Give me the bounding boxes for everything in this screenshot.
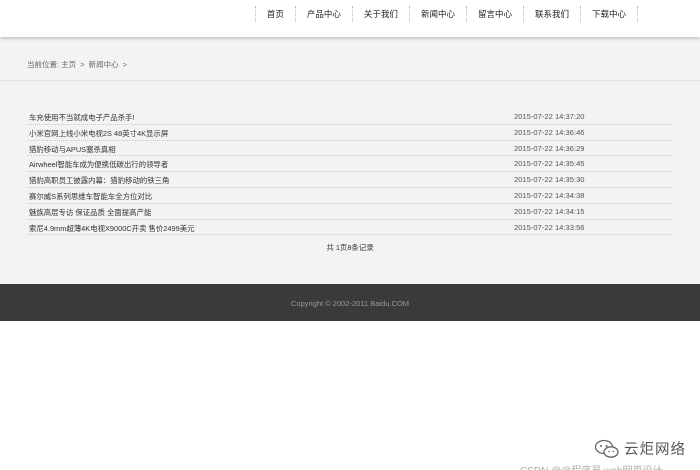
news-date: 2015-07-22 14:37:20	[514, 112, 585, 121]
watermark: 云炬网络	[594, 438, 686, 459]
news-title-link[interactable]: Airwheel智能车成为便携低碳出行的领导者	[29, 159, 168, 170]
nav-item-about[interactable]: 关于我们	[353, 6, 410, 22]
pagination-summary: 共 1页8条记录	[326, 243, 374, 252]
copyright-text: Copyright © 2002-2011 Baidu.COM	[291, 299, 409, 308]
list-item: 小米官网上线小米电视2S 48英寸4K显示屏 2015-07-22 14:36:…	[27, 125, 672, 141]
list-item: Airwheel智能车成为便携低碳出行的领导者 2015-07-22 14:35…	[27, 156, 672, 173]
news-title-link[interactable]: 车充使用不当就成电子产品杀手!	[29, 112, 135, 123]
nav-item-messages[interactable]: 留言中心	[467, 6, 524, 22]
list-item: 魅族高层专访 保证品质 全面提高产能 2015-07-22 14:34:15	[27, 204, 672, 220]
news-title-link[interactable]: 猎豹高职员工披露内幕：猎豹移动的铁三角	[29, 175, 169, 186]
site-header: 首页 产品中心 关于我们 新闻中心 留言中心 联系我们 下载中心	[0, 0, 700, 37]
nav-item-download[interactable]: 下载中心	[581, 6, 638, 22]
news-title-link[interactable]: 魅族高层专访 保证品质 全面提高产能	[29, 207, 151, 218]
breadcrumb-news-link[interactable]: 新闻中心	[89, 60, 119, 69]
news-list: 车充使用不当就成电子产品杀手! 2015-07-22 14:37:20 小米官网…	[27, 109, 672, 236]
news-date: 2015-07-22 14:36:29	[514, 143, 585, 153]
breadcrumb: 当前位置: 主页 > 新闻中心 >	[27, 59, 129, 70]
list-item: 索尼4.9mm超薄4K电视X9000C开卖 售价2499美元 2015-07-2…	[27, 220, 672, 236]
site-footer: Copyright © 2002-2011 Baidu.COM	[0, 284, 700, 321]
csdn-watermark: CSDN @@程序员 web网页设计	[520, 462, 663, 470]
main-nav: 首页 产品中心 关于我们 新闻中心 留言中心 联系我们 下载中心	[254, 0, 638, 28]
nav-item-news[interactable]: 新闻中心	[410, 6, 467, 22]
news-title-link[interactable]: 小米官网上线小米电视2S 48英寸4K显示屏	[29, 128, 168, 139]
list-item: 车充使用不当就成电子产品杀手! 2015-07-22 14:37:20	[27, 109, 672, 125]
breadcrumb-prefix: 当前位置:	[27, 60, 60, 69]
breadcrumb-separator: >	[80, 60, 85, 69]
news-date: 2015-07-22 14:34:38	[514, 190, 585, 200]
news-date: 2015-07-22 14:34:15	[514, 206, 585, 216]
news-title-link[interactable]: 赛尔威S系列思维车智能车全方位对比	[29, 191, 152, 202]
news-date: 2015-07-22 14:33:56	[514, 222, 585, 232]
main-content: 当前位置: 主页 > 新闻中心 > 车充使用不当就成电子产品杀手! 2015-07…	[0, 37, 700, 284]
list-item: 赛尔威S系列思维车智能车全方位对比 2015-07-22 14:34:38	[27, 188, 672, 204]
nav-item-home[interactable]: 首页	[254, 6, 296, 22]
list-item: 猎豹移动与APUS塞杀真相 2015-07-22 14:36:29	[27, 141, 672, 157]
breadcrumb-home-link[interactable]: 主页	[61, 60, 76, 69]
wechat-icon	[594, 439, 619, 458]
news-date: 2015-07-22 14:36:46	[514, 127, 585, 137]
news-date: 2015-07-22 14:35:30	[514, 175, 585, 185]
nav-item-products[interactable]: 产品中心	[296, 6, 353, 22]
nav-item-contact[interactable]: 联系我们	[524, 6, 581, 22]
breadcrumb-divider	[0, 80, 700, 81]
breadcrumb-trailing-separator: >	[122, 60, 128, 69]
news-date: 2015-07-22 14:35:45	[514, 159, 585, 169]
watermark-text: 云炬网络	[624, 442, 686, 458]
list-item: 猎豹高职员工披露内幕：猎豹移动的铁三角 2015-07-22 14:35:30	[27, 172, 672, 188]
news-title-link[interactable]: 猎豹移动与APUS塞杀真相	[29, 144, 116, 155]
news-title-link[interactable]: 索尼4.9mm超薄4K电视X9000C开卖 售价2499美元	[29, 223, 195, 234]
